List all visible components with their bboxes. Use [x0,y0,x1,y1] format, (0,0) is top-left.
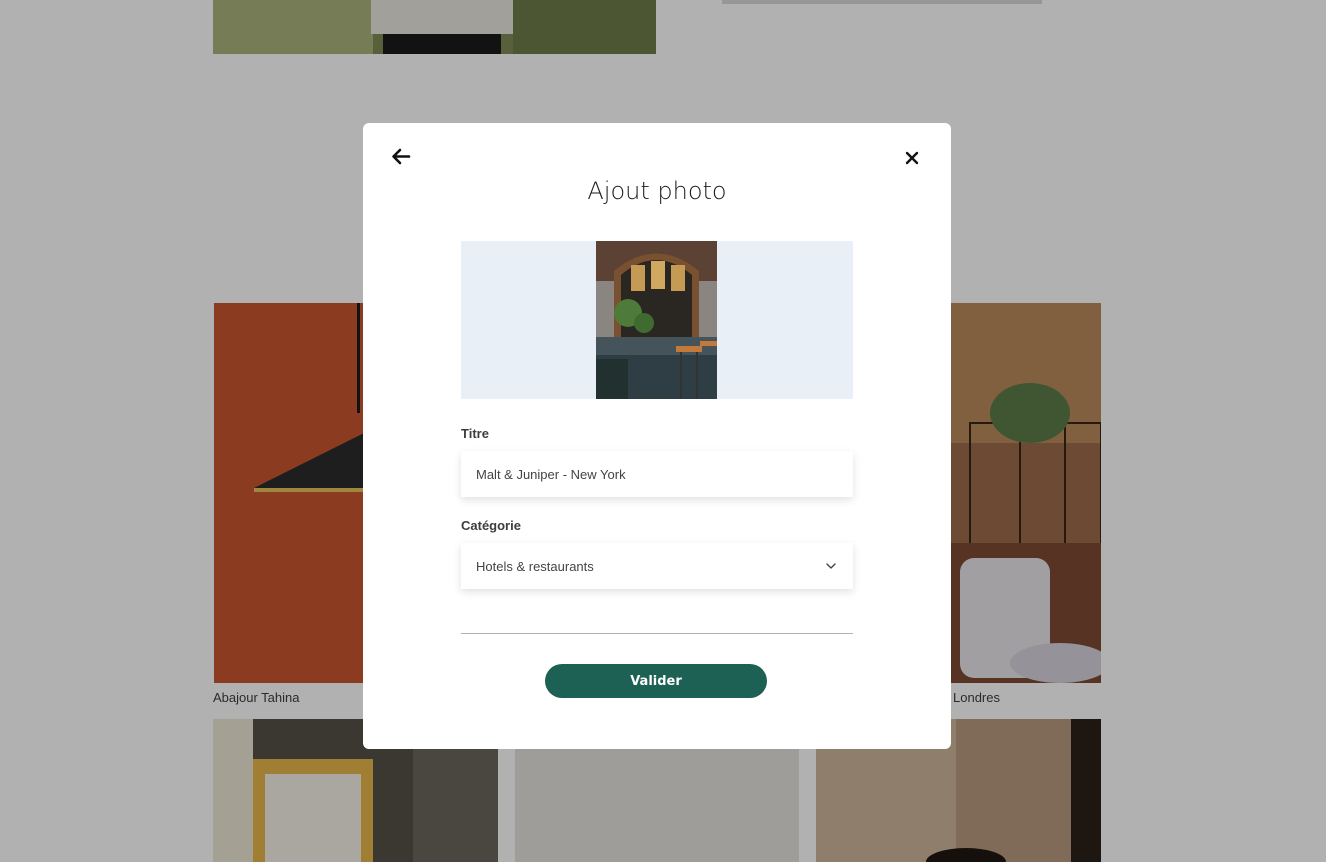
category-label: Catégorie [461,518,521,533]
category-select[interactable]: Hotels & restaurants [461,543,853,589]
arrow-left-icon [392,148,411,165]
form-divider [461,633,853,634]
title-input[interactable] [461,451,853,497]
photo-preview[interactable] [461,241,853,399]
category-selected-value: Hotels & restaurants [476,558,594,574]
add-photo-modal: Ajout photo Titre Catégorie Hotels & res… [363,123,951,749]
back-button[interactable] [387,143,415,171]
chevron-down-icon [826,563,836,569]
close-button[interactable] [901,147,923,169]
modal-title: Ajout photo [587,177,727,205]
submit-button[interactable]: Valider [545,664,767,698]
title-label: Titre [461,426,489,441]
preview-image [596,241,717,399]
close-icon [905,151,919,165]
